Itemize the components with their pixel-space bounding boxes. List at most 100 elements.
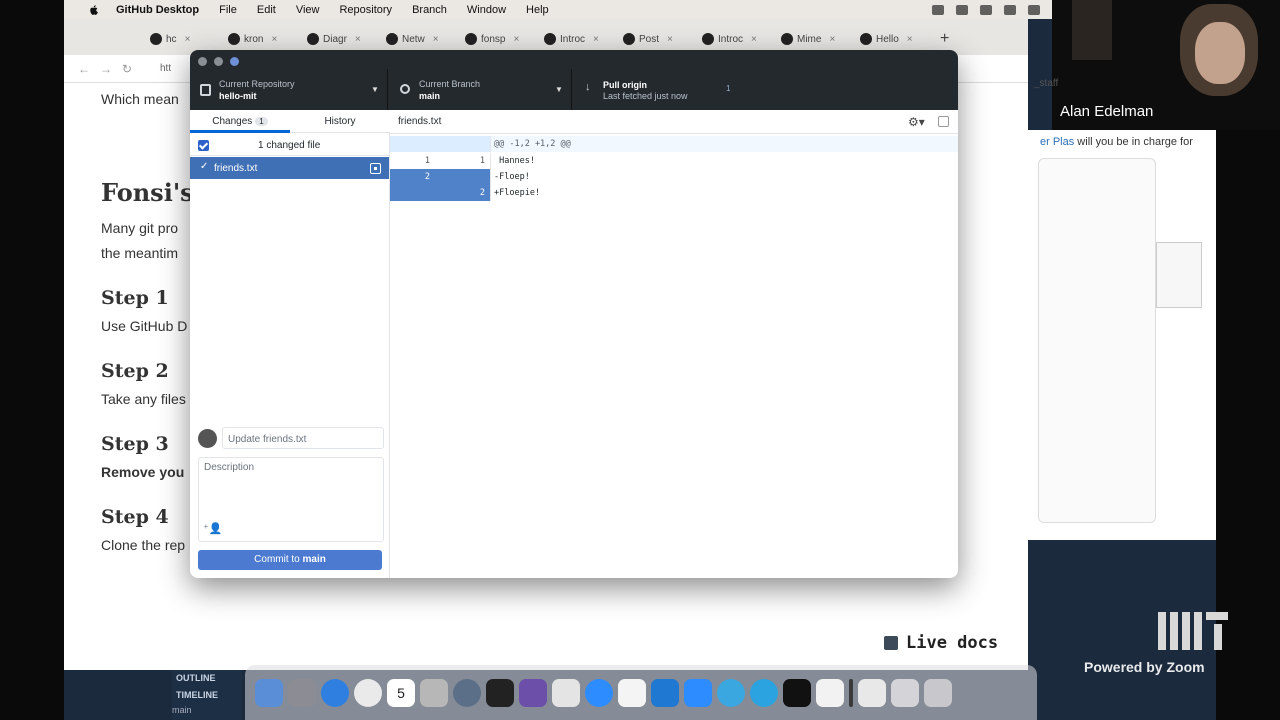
- current-repository-selector[interactable]: Current Repository hello-mit ▼: [200, 79, 379, 103]
- tab-changes-label: Changes: [212, 116, 253, 127]
- browser-tab[interactable]: Post ×: [623, 31, 673, 47]
- menu-help[interactable]: Help: [526, 4, 549, 16]
- browser-nav-buttons[interactable]: ←→↻: [78, 62, 142, 76]
- github-desktop-toolbar: Current Repository hello-mit ▼ Current B…: [190, 50, 958, 110]
- browser-tab[interactable]: fonsp ×: [465, 31, 519, 47]
- close-icon[interactable]: ×: [355, 34, 361, 45]
- record-icon[interactable]: [980, 4, 992, 15]
- diff-line-deleted: 2 -Floep!: [390, 169, 958, 185]
- textedit-icon[interactable]: [816, 678, 844, 707]
- github-icon: [465, 33, 477, 45]
- terminal-icon[interactable]: [486, 678, 514, 707]
- trash-icon[interactable]: [924, 678, 952, 707]
- current-branch-selector[interactable]: Current Branch main ▼: [400, 79, 569, 103]
- apple-icon[interactable]: [86, 4, 102, 16]
- add-coauthor-icon[interactable]: ⁺👤: [203, 522, 223, 535]
- cloud-icon[interactable]: [932, 4, 944, 15]
- zoom-window-button[interactable]: [230, 57, 239, 66]
- finder-icon[interactable]: [255, 678, 283, 707]
- tab-title: Hello: [876, 33, 899, 45]
- close-window-button[interactable]: [198, 57, 207, 66]
- diff-line-text: +Floepie!: [494, 188, 541, 198]
- browser-tab[interactable]: hc ×: [150, 31, 190, 47]
- browser-tab[interactable]: Netw ×: [386, 31, 439, 47]
- tab-changes[interactable]: Changes 1: [190, 116, 290, 127]
- preview-icon[interactable]: [420, 678, 448, 707]
- close-icon[interactable]: ×: [185, 34, 191, 45]
- github-desktop-icon[interactable]: [519, 678, 547, 707]
- tab-history[interactable]: History: [290, 116, 390, 127]
- mention[interactable]: er Plas: [1040, 136, 1074, 148]
- browser-tab[interactable]: kron ×: [228, 31, 277, 47]
- menu-repository[interactable]: Repository: [339, 4, 392, 16]
- menu-file[interactable]: File: [219, 4, 237, 16]
- document-icon[interactable]: [858, 678, 886, 707]
- doc-text: Use GitHub D: [101, 318, 188, 334]
- checkmark-icon[interactable]: ✓: [200, 161, 208, 172]
- panel-widget[interactable]: [1156, 242, 1202, 308]
- browser-tab[interactable]: Diagr ×: [307, 31, 361, 47]
- menu-branch[interactable]: Branch: [412, 4, 447, 16]
- browser-tab[interactable]: Mime ×: [781, 31, 835, 47]
- toolbar-divider: [571, 69, 572, 110]
- url-field[interactable]: htt: [160, 63, 171, 74]
- downloads-icon[interactable]: [891, 678, 919, 707]
- close-icon[interactable]: ×: [829, 34, 835, 45]
- launchpad-icon[interactable]: [288, 678, 316, 707]
- close-icon[interactable]: ×: [271, 34, 277, 45]
- gutter-divider: [490, 136, 491, 152]
- browser-tab[interactable]: Introc ×: [544, 31, 599, 47]
- github-icon: [386, 33, 398, 45]
- close-icon[interactable]: ×: [433, 34, 439, 45]
- telegram-icon[interactable]: [750, 678, 778, 707]
- keyboard-icon[interactable]: [1004, 4, 1016, 15]
- expand-icon[interactable]: [938, 116, 949, 127]
- menu-view[interactable]: View: [296, 4, 320, 16]
- menubar-app-name[interactable]: GitHub Desktop: [116, 4, 199, 16]
- live-docs-button[interactable]: Live docs: [884, 633, 998, 653]
- close-icon[interactable]: ×: [667, 34, 673, 45]
- calendar-icon[interactable]: 5: [387, 678, 415, 707]
- commit-button[interactable]: Commit to main: [198, 550, 382, 570]
- minimize-window-button[interactable]: [214, 57, 223, 66]
- repo-label: Current Repository: [219, 79, 295, 89]
- close-icon[interactable]: ×: [751, 34, 757, 45]
- macos-menubar: GitHub Desktop File Edit View Repository…: [64, 0, 1052, 19]
- select-all-checkbox[interactable]: [198, 140, 209, 151]
- safari-icon[interactable]: [321, 678, 349, 707]
- phone-icon[interactable]: [717, 678, 745, 707]
- changed-file-item[interactable]: ✓ friends.txt: [190, 157, 390, 179]
- zotero-icon[interactable]: [585, 678, 613, 707]
- outline-tab[interactable]: OUTLINE: [172, 670, 242, 687]
- close-icon[interactable]: ×: [907, 34, 913, 45]
- pull-origin-button[interactable]: ↓ Pull origin Last fetched just now: [585, 79, 773, 103]
- app-icon[interactable]: [783, 678, 811, 707]
- close-icon[interactable]: ×: [593, 34, 599, 45]
- settings-icon[interactable]: [453, 678, 481, 707]
- tab-title: hc: [166, 33, 177, 45]
- control-center-icon[interactable]: [1028, 4, 1040, 15]
- new-tab-button[interactable]: +: [940, 30, 949, 47]
- vscode-icon[interactable]: [651, 678, 679, 707]
- commit-summary-input[interactable]: Update friends.txt: [222, 427, 384, 449]
- doc-text: Which mean: [101, 91, 179, 107]
- mail-icon[interactable]: [618, 678, 646, 707]
- pull-label: Pull origin: [603, 80, 647, 90]
- gutter-divider: [490, 169, 491, 185]
- close-icon[interactable]: ×: [513, 34, 519, 45]
- zoom-icon[interactable]: [684, 678, 712, 707]
- slack-icon[interactable]: [552, 678, 580, 707]
- chrome-icon[interactable]: [354, 678, 382, 707]
- timeline-tab[interactable]: TIMELINE: [172, 687, 242, 704]
- menu-window[interactable]: Window: [467, 4, 506, 16]
- browser-tab[interactable]: Introc ×: [702, 31, 757, 47]
- book-icon: [884, 636, 898, 650]
- gear-icon[interactable]: ⚙▾: [908, 115, 925, 129]
- dock-divider: [849, 678, 853, 707]
- play-icon[interactable]: [956, 4, 968, 15]
- browser-tab[interactable]: Hello ×: [860, 31, 913, 47]
- doc-step-heading: Step 1: [101, 287, 169, 309]
- globe-icon: [702, 33, 714, 45]
- menu-edit[interactable]: Edit: [257, 4, 276, 16]
- commit-description-input[interactable]: Description: [198, 457, 384, 542]
